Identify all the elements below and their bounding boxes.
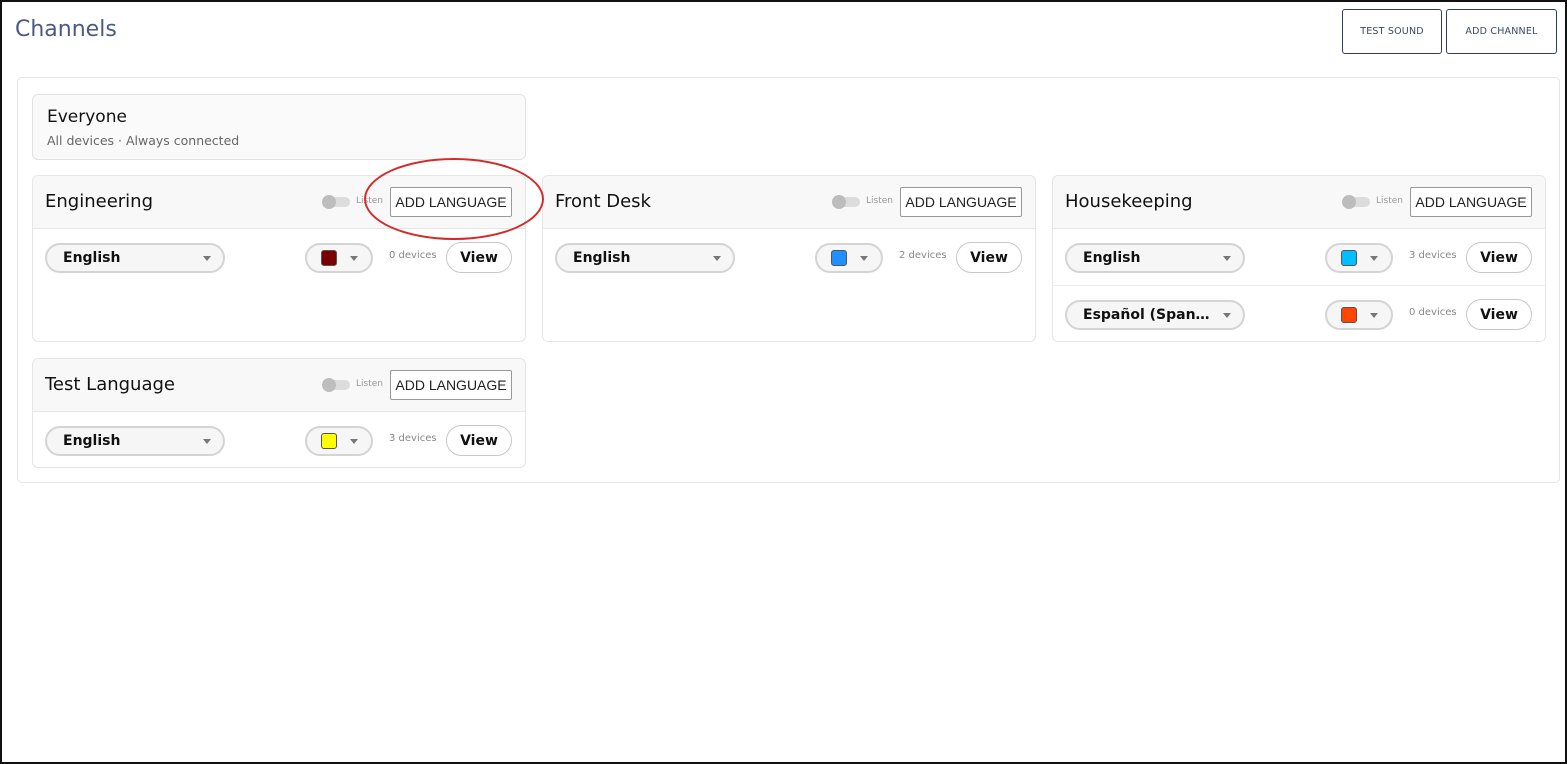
add-language-button[interactable]: ADD LANGUAGE	[1410, 187, 1532, 217]
toggle-knob	[322, 195, 336, 209]
channel-header: Test Language Listen ADD LANGUAGE	[33, 359, 525, 412]
add-channel-button[interactable]: ADD CHANNEL	[1446, 9, 1557, 54]
view-button[interactable]: View	[1466, 242, 1532, 273]
language-select-value: English	[63, 433, 121, 449]
page-title: Channels	[15, 17, 117, 42]
language-select[interactable]: English	[45, 426, 225, 456]
language-select-value: Español (Span...	[1083, 307, 1211, 323]
channel-name: Test Language	[45, 374, 175, 395]
everyone-subtitle: All devices · Always connected	[47, 133, 240, 148]
channel-name: Engineering	[45, 191, 153, 212]
add-language-button[interactable]: ADD LANGUAGE	[390, 187, 512, 217]
listen-label: Listen	[356, 196, 383, 206]
everyone-title: Everyone	[47, 107, 127, 127]
color-select[interactable]	[1325, 243, 1393, 273]
color-swatch	[321, 433, 337, 449]
language-row: Español (Span... 0 devices View	[1053, 286, 1545, 341]
color-select[interactable]	[305, 426, 373, 456]
caret-down-icon	[203, 256, 211, 261]
channel-card-front-desk: Front Desk Listen ADD LANGUAGE English 2…	[542, 175, 1036, 342]
view-button[interactable]: View	[446, 425, 512, 456]
language-select[interactable]: English	[1065, 243, 1245, 273]
channel-name: Front Desk	[555, 191, 651, 212]
toggle-knob	[322, 378, 336, 392]
color-swatch	[321, 250, 337, 266]
caret-down-icon	[713, 256, 721, 261]
caret-down-icon	[350, 256, 358, 261]
color-swatch	[1341, 307, 1357, 323]
language-select-value: English	[573, 250, 631, 266]
caret-down-icon	[350, 439, 358, 444]
color-select[interactable]	[305, 243, 373, 273]
channel-header: Housekeeping Listen ADD LANGUAGE	[1053, 176, 1545, 229]
test-sound-button[interactable]: TEST SOUND	[1342, 9, 1442, 54]
view-button[interactable]: View	[956, 242, 1022, 273]
app-window: Channels TEST SOUND ADD CHANNEL Everyone…	[0, 0, 1567, 764]
add-language-button[interactable]: ADD LANGUAGE	[390, 370, 512, 400]
listen-label: Listen	[356, 379, 383, 389]
channel-card-housekeeping: Housekeeping Listen ADD LANGUAGE English…	[1052, 175, 1546, 342]
color-select[interactable]	[1325, 300, 1393, 330]
language-row: English 0 devices View	[33, 229, 525, 286]
listen-label: Listen	[1376, 196, 1403, 206]
language-select[interactable]: English	[555, 243, 735, 273]
color-select[interactable]	[815, 243, 883, 273]
channel-card-test-language: Test Language Listen ADD LANGUAGE Englis…	[32, 358, 526, 468]
device-count: 2 devices	[899, 250, 947, 261]
listen-toggle[interactable]	[322, 378, 350, 392]
caret-down-icon	[1223, 256, 1231, 261]
toggle-knob	[1342, 195, 1356, 209]
language-select-value: English	[63, 250, 121, 266]
caret-down-icon	[203, 439, 211, 444]
channel-card-engineering: Engineering Listen ADD LANGUAGE English …	[32, 175, 526, 342]
device-count: 0 devices	[1409, 307, 1457, 318]
language-row: English 3 devices View	[33, 412, 525, 467]
listen-label: Listen	[866, 196, 893, 206]
add-language-button[interactable]: ADD LANGUAGE	[900, 187, 1022, 217]
device-count: 3 devices	[1409, 250, 1457, 261]
caret-down-icon	[1370, 313, 1378, 318]
everyone-channel-card: Everyone All devices · Always connected	[32, 94, 526, 160]
listen-toggle[interactable]	[832, 195, 860, 209]
channel-header: Engineering Listen ADD LANGUAGE	[33, 176, 525, 229]
listen-toggle[interactable]	[1342, 195, 1370, 209]
caret-down-icon	[1223, 313, 1231, 318]
language-select[interactable]: English	[45, 243, 225, 273]
device-count: 3 devices	[389, 433, 437, 444]
listen-toggle[interactable]	[322, 195, 350, 209]
color-swatch	[1341, 250, 1357, 266]
caret-down-icon	[860, 256, 868, 261]
language-row: English 2 devices View	[543, 229, 1035, 286]
color-swatch	[831, 250, 847, 266]
channel-name: Housekeeping	[1065, 191, 1193, 212]
channel-header: Front Desk Listen ADD LANGUAGE	[543, 176, 1035, 229]
device-count: 0 devices	[389, 250, 437, 261]
view-button[interactable]: View	[446, 242, 512, 273]
language-row: English 3 devices View	[1053, 229, 1545, 286]
view-button[interactable]: View	[1466, 299, 1532, 330]
toggle-knob	[832, 195, 846, 209]
language-select-value: English	[1083, 250, 1141, 266]
language-select[interactable]: Español (Span...	[1065, 300, 1245, 330]
caret-down-icon	[1370, 256, 1378, 261]
